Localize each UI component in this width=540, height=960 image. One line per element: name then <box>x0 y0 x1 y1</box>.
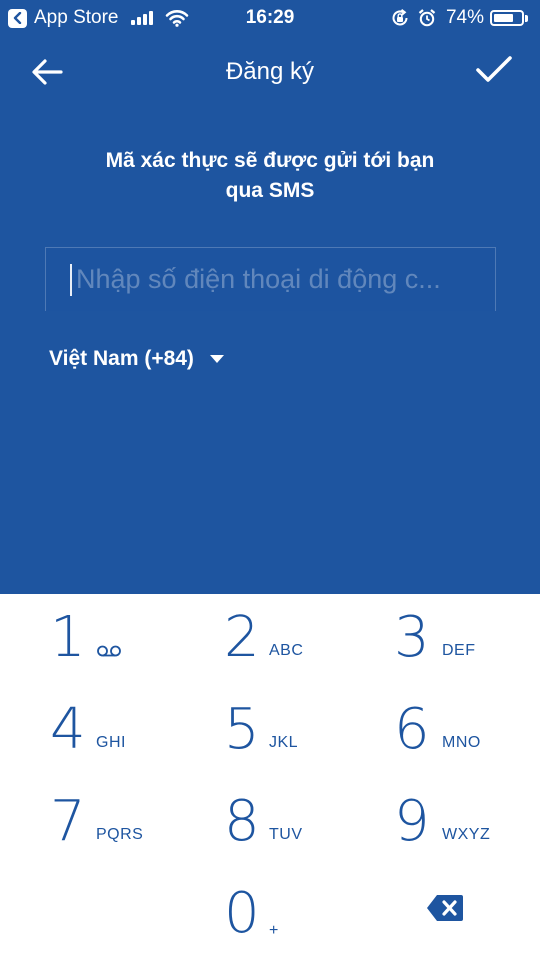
phone-number-input[interactable]: Nhập số điện thoại di động c... <box>45 247 496 311</box>
key-letters: DEF <box>442 642 476 659</box>
text-cursor <box>70 263 72 296</box>
rotation-lock-icon <box>392 9 408 26</box>
key-digit: 3 <box>394 605 430 670</box>
phone-number-placeholder: Nhập số điện thoại di động c... <box>76 264 441 294</box>
battery-percent: 74% <box>445 7 484 28</box>
numeric-keypad: 1 2 ABC 3 DEF 4 GHI 5 JKL 6 MNO 7 PQRS 8… <box>0 594 540 960</box>
key-letters: WXYZ <box>442 826 491 843</box>
caret-down-icon <box>209 355 224 363</box>
key-letters: ABC <box>269 642 304 659</box>
key-letters: TUV <box>269 826 303 843</box>
key-letters: MNO <box>442 734 481 751</box>
backspace-icon <box>427 895 463 921</box>
key-letters: JKL <box>269 734 299 751</box>
country-code-dropdown[interactable]: Việt Nam (+84) <box>49 342 224 376</box>
battery-icon <box>490 10 524 26</box>
delete-button[interactable] <box>360 870 540 960</box>
battery-level <box>494 14 514 22</box>
key-digit: 5 <box>224 697 260 762</box>
key-digit: 8 <box>224 789 260 854</box>
register-screen: App Store 16:29 74% Đăng ký Mã xác thực … <box>0 0 540 960</box>
key-digit: 2 <box>224 605 260 670</box>
key-letters: PQRS <box>96 826 144 843</box>
key-digit: 9 <box>394 789 430 854</box>
alarm-icon <box>418 9 436 27</box>
key-1[interactable]: 1 <box>0 594 180 686</box>
page-title: Đăng ký <box>225 58 315 85</box>
key-digit: 7 <box>50 789 86 854</box>
key-9[interactable]: 9 WXYZ <box>360 778 540 870</box>
country-code-label: Việt Nam (+84) <box>49 347 194 370</box>
status-bar: App Store 16:29 74% <box>0 0 540 36</box>
checkmark-icon[interactable] <box>472 50 516 90</box>
battery-cap <box>525 14 528 22</box>
instruction-line-1: Mã xác thực sẽ được gửi tới bạn <box>105 149 435 172</box>
status-right: 74% <box>390 6 528 30</box>
key-letters: GHI <box>96 734 126 751</box>
key-digit: 1 <box>50 605 86 670</box>
key-8[interactable]: 8 TUV <box>180 778 360 870</box>
key-digit: 6 <box>394 697 430 762</box>
instruction-line-2: qua SMS <box>225 179 315 202</box>
voicemail-icon <box>97 645 121 657</box>
key-7[interactable]: 7 PQRS <box>0 778 180 870</box>
key-letters: + <box>269 922 279 939</box>
key-digit: 0 <box>224 881 260 946</box>
key-6[interactable]: 6 MNO <box>360 686 540 778</box>
key-digit: 4 <box>50 697 86 762</box>
key-3[interactable]: 3 DEF <box>360 594 540 686</box>
key-4[interactable]: 4 GHI <box>0 686 180 778</box>
key-2[interactable]: 2 ABC <box>180 594 360 686</box>
key-5[interactable]: 5 JKL <box>180 686 360 778</box>
key-0[interactable]: 0 + <box>180 870 360 960</box>
sms-instruction: Mã xác thực sẽ được gửi tới bạn qua SMS <box>60 146 480 206</box>
